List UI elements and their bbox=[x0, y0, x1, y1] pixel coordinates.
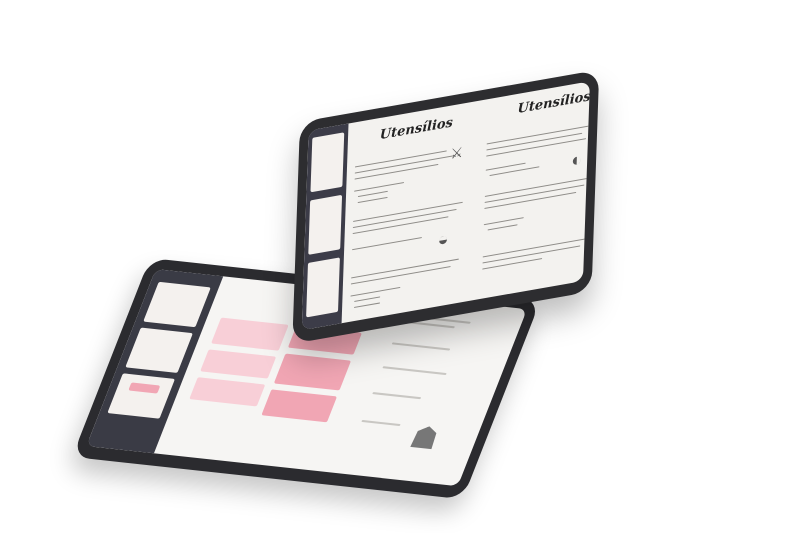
tablet-mockup-scene: ☗ Utensílios ⚔ ◒ Utensílios ◐ bbox=[0, 0, 800, 533]
text-line bbox=[482, 237, 589, 258]
text-line bbox=[484, 177, 590, 198]
left-page-title: Utensílios bbox=[379, 115, 454, 144]
text-line bbox=[357, 196, 388, 204]
text-line bbox=[353, 201, 463, 223]
front-tablet: Utensílios ⚔ ◒ Utensílios ◐ bbox=[292, 69, 600, 344]
text-line bbox=[352, 236, 422, 251]
pink-block bbox=[273, 353, 352, 391]
text-line bbox=[354, 296, 381, 303]
chef-hat-icon: ☗ bbox=[405, 420, 444, 457]
page-thumbnail[interactable] bbox=[107, 373, 176, 419]
pink-block bbox=[189, 377, 266, 407]
page-thumbnail[interactable] bbox=[125, 327, 193, 373]
text-line bbox=[361, 419, 401, 427]
knife-icon: ⚔ bbox=[450, 143, 464, 162]
pink-block bbox=[211, 317, 289, 351]
front-tablet-screen: Utensílios ⚔ ◒ Utensílios ◐ bbox=[301, 81, 590, 331]
text-line bbox=[382, 366, 447, 376]
pan-icon: ◐ bbox=[570, 148, 583, 171]
thumbnail-sidebar[interactable] bbox=[301, 123, 349, 331]
page-thumbnail[interactable] bbox=[310, 132, 345, 193]
pink-block bbox=[200, 349, 277, 379]
text-line bbox=[391, 342, 451, 351]
text-line bbox=[351, 258, 459, 279]
text-line bbox=[354, 181, 405, 193]
text-line bbox=[487, 224, 518, 231]
page-thumbnail[interactable] bbox=[306, 257, 340, 318]
page-thumbnail[interactable] bbox=[143, 281, 211, 328]
page-thumbnail[interactable] bbox=[308, 194, 343, 255]
right-page-title: Utensílios bbox=[517, 89, 590, 118]
text-line bbox=[353, 302, 380, 309]
text-line bbox=[372, 392, 422, 400]
right-page: Utensílios ◐ bbox=[477, 88, 590, 293]
left-page: Utensílios ⚔ ◒ bbox=[346, 107, 480, 317]
text-line bbox=[350, 286, 401, 298]
pink-block bbox=[261, 389, 338, 423]
text-line bbox=[354, 163, 439, 181]
text-line bbox=[483, 217, 524, 226]
bowl-icon: ◒ bbox=[437, 228, 449, 251]
